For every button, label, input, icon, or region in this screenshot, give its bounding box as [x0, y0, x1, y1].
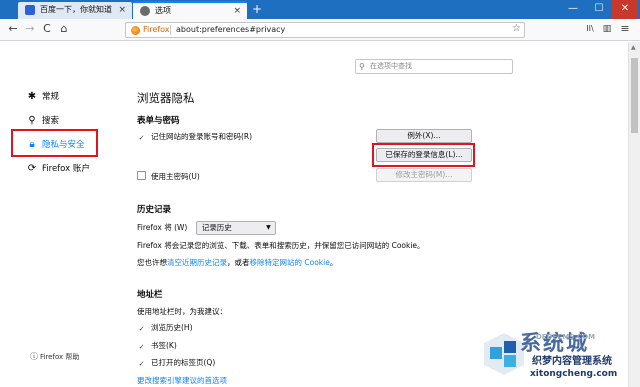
- new-tab-button[interactable]: +: [252, 1, 262, 17]
- suggest-bookmarks-row[interactable]: ✓ 书签(K): [137, 340, 177, 352]
- url-separator: [170, 25, 171, 35]
- home-button[interactable]: ⌂: [57, 22, 71, 36]
- sidebar-item-search[interactable]: ⚲ 搜索: [26, 114, 59, 126]
- gear-icon: ✱: [27, 91, 37, 102]
- identity-label: Firefox: [143, 25, 170, 34]
- master-password-row[interactable]: 使用主密码(U): [137, 171, 200, 182]
- back-button[interactable]: ←: [6, 22, 20, 36]
- library-button[interactable]: II\: [583, 22, 597, 36]
- remove-cookies-link[interactable]: 移除特定网站的 Cookie: [250, 258, 330, 267]
- suggest-history-label: 浏览历史(H): [151, 323, 193, 332]
- search-placeholder: 在选项中查找: [370, 62, 412, 70]
- search-icon: ⚲: [359, 62, 365, 71]
- suggest-bookmarks-label: 书签(K): [151, 341, 177, 350]
- scroll-up-icon[interactable]: ▲: [631, 44, 636, 51]
- suggest-bookmarks-checkbox[interactable]: ✓: [137, 343, 146, 352]
- sidebar-item-label: 隐私与安全: [42, 140, 85, 150]
- tab-label: 选项: [155, 6, 171, 15]
- sidebar-item-general[interactable]: ✱ 常规: [26, 90, 59, 102]
- watermark-dedecms: DEDECMS.COM: [536, 333, 596, 341]
- firefox-icon: [131, 26, 140, 35]
- clear-suffix: 。: [329, 258, 338, 267]
- section-history-heading: 历史记录: [137, 205, 172, 215]
- scrollbar-thumb[interactable]: [631, 58, 638, 133]
- history-mode-label: Firefox 将 (W): [137, 223, 188, 232]
- history-mode-value: 记录历史: [201, 223, 232, 232]
- baidu-favicon-icon: [25, 5, 35, 15]
- history-mode-row: Firefox 将 (W) 记录历史 ▼: [137, 221, 276, 235]
- master-password-label: 使用主密码(U): [151, 172, 200, 181]
- menu-button[interactable]: ≡: [618, 22, 632, 36]
- search-suggestion-prefs-link[interactable]: 更改搜索引擎建议的首选项: [137, 375, 227, 386]
- suggest-open-tabs-label: 已打开的标签页(Q): [151, 358, 216, 367]
- page-title: 浏览器隐私: [137, 91, 195, 105]
- remember-logins-row[interactable]: ✓ 记住网站的登录账号和密码(R): [137, 131, 252, 143]
- sidebar-item-label: 常规: [42, 92, 60, 102]
- tab-label: 百度一下，你就知道: [40, 5, 112, 14]
- url-text[interactable]: about:preferences#privacy: [176, 25, 285, 34]
- watermark-url: xitongcheng.com: [530, 369, 618, 379]
- close-window-button[interactable]: ✕: [612, 0, 638, 19]
- sidebar-item-label: Firefox 账户: [42, 164, 90, 174]
- history-mode-select[interactable]: 记录历史 ▼: [195, 221, 276, 235]
- minimize-button[interactable]: —: [560, 0, 586, 19]
- search-options-input[interactable]: ⚲ 在选项中查找: [355, 59, 513, 74]
- help-label: Firefox 帮助: [40, 353, 80, 361]
- forward-button[interactable]: →: [23, 22, 37, 36]
- suggest-open-tabs-checkbox[interactable]: ✓: [137, 360, 146, 369]
- clear-recent-history-link[interactable]: 清空近期历史记录: [167, 258, 227, 267]
- url-bar[interactable]: Firefox about:preferences#privacy ☆: [125, 22, 525, 38]
- sidebar-item-firefox-account[interactable]: ⟳ Firefox 账户: [26, 162, 90, 174]
- suggest-history-checkbox[interactable]: ✓: [137, 325, 146, 334]
- section-addressbar-heading: 地址栏: [137, 290, 163, 300]
- history-clear-line: 您也许想清空近期历史记录，或者移除特定网站的 Cookie。: [137, 257, 337, 268]
- firefox-help-link[interactable]: ⓘ Firefox 帮助: [30, 351, 79, 362]
- gear-favicon-icon: [140, 6, 150, 16]
- tab-options[interactable]: 选项 ×: [133, 1, 247, 19]
- saved-logins-button[interactable]: 已保存的登录信息(L)...: [376, 148, 472, 162]
- clear-mid: ，或者: [227, 258, 250, 267]
- sync-icon: ⟳: [27, 163, 37, 174]
- chevron-down-icon: ▼: [266, 224, 271, 231]
- change-master-password-button[interactable]: 修改主密码(M)...: [376, 168, 472, 182]
- reload-button[interactable]: C: [40, 22, 54, 36]
- watermark-subtitle: 织梦内容管理系统: [532, 356, 612, 367]
- tab-close-icon[interactable]: ×: [118, 2, 126, 18]
- suggest-history-row[interactable]: ✓ 浏览历史(H): [137, 322, 193, 334]
- sidebar-item-label: 搜索: [42, 116, 60, 126]
- addressbar-description: 使用地址栏时，为我建议：: [137, 307, 227, 316]
- sidebar-item-privacy[interactable]: 🔒︎ 隐私与安全: [26, 138, 85, 150]
- suggest-open-tabs-row[interactable]: ✓ 已打开的标签页(Q): [137, 357, 215, 369]
- remember-logins-checkbox[interactable]: ✓: [137, 134, 146, 143]
- tab-close-icon[interactable]: ×: [233, 3, 241, 19]
- history-description: Firefox 将会记录您的浏览、下载、表单和搜索历史，并保留您已访问网站的 C…: [137, 241, 425, 250]
- maximize-button[interactable]: ☐: [586, 0, 612, 19]
- section-forms-heading: 表单与密码: [137, 116, 180, 126]
- search-icon: ⚲: [28, 115, 36, 126]
- sidebar-button[interactable]: ▥: [600, 22, 614, 36]
- navigation-toolbar: ← → C ⌂ Firefox about:preferences#privac…: [0, 19, 640, 41]
- clear-prefix: 您也许想: [137, 258, 167, 267]
- remember-logins-label: 记住网站的登录账号和密码(R): [151, 132, 253, 141]
- exceptions-button[interactable]: 例外(X)...: [376, 129, 472, 143]
- bookmark-star-icon[interactable]: ☆: [512, 23, 521, 34]
- help-icon: ⓘ: [30, 352, 38, 361]
- lock-icon: 🔒︎: [29, 139, 35, 150]
- master-password-checkbox[interactable]: [137, 171, 146, 180]
- tab-baidu[interactable]: 百度一下，你就知道 ×: [18, 2, 132, 19]
